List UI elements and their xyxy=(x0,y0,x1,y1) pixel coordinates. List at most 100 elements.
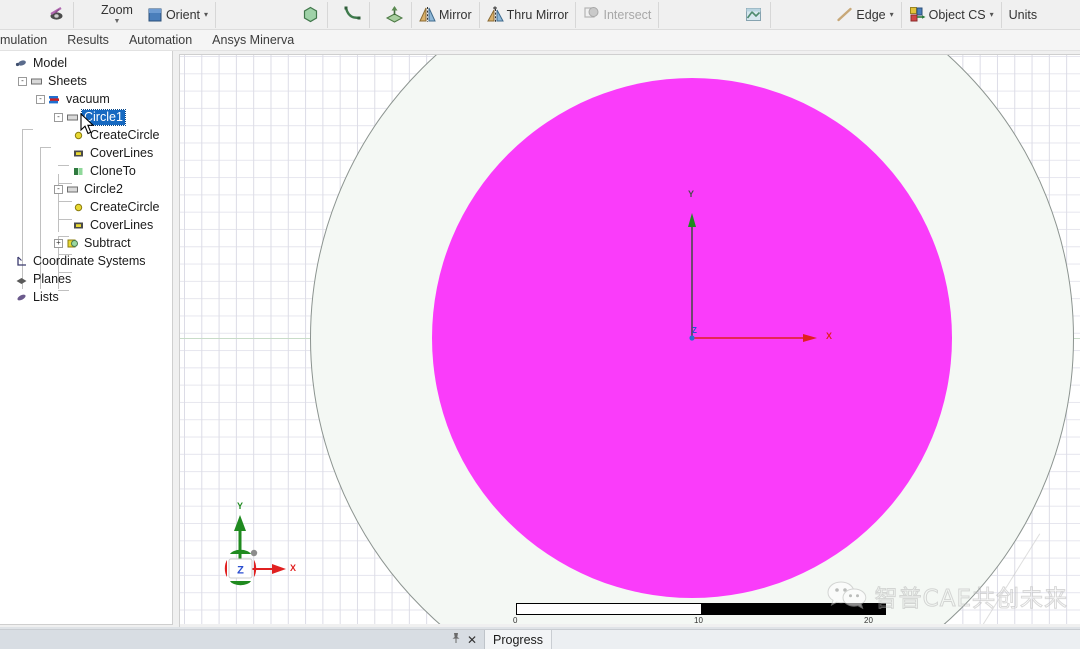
sheet-icon xyxy=(66,183,79,196)
cover-lines-icon xyxy=(72,147,85,160)
tree-node-vacuum[interactable]: - vacuum xyxy=(0,90,172,108)
chevron-down-icon: ▾ xyxy=(889,10,894,19)
intersect-tool-label: Intersect xyxy=(603,7,652,22)
ribbon-separator xyxy=(73,1,74,28)
units-tool-label: Units xyxy=(1008,7,1038,22)
tree-node-coordinate-systems[interactable]: Coordinate Systems xyxy=(0,252,172,270)
tree-node-label: CreateCircle xyxy=(90,199,160,214)
tree-node-label: Lists xyxy=(33,289,59,304)
expander-icon[interactable]: + xyxy=(54,238,63,248)
tree-node-coverlines-2[interactable]: CoverLines xyxy=(0,216,172,234)
create-circle-icon xyxy=(72,129,85,142)
close-icon[interactable]: ✕ xyxy=(465,633,484,647)
thru-mirror-tool-label: Thru Mirror xyxy=(506,7,569,22)
menu-bar: mulation Results Automation Ansys Minerv… xyxy=(0,30,1080,51)
orient-cube-icon xyxy=(147,7,163,23)
zoom-tool-button[interactable]: Zoom ▼ xyxy=(92,1,142,29)
clone-to-icon xyxy=(72,165,85,178)
progress-tab[interactable]: Progress xyxy=(485,629,553,649)
object-cs-icon xyxy=(909,6,926,23)
scale-bar-segment-light xyxy=(517,604,701,614)
ribbon-separator xyxy=(411,1,413,28)
expander-icon[interactable]: - xyxy=(54,184,63,194)
thru-mirror-icon xyxy=(486,6,504,23)
ribbon-separator xyxy=(770,1,772,28)
tree-node-label: CoverLines xyxy=(90,217,154,232)
tree-node-planes[interactable]: Planes xyxy=(0,270,172,288)
x-axis-label: X xyxy=(826,331,833,341)
scale-bar-box xyxy=(516,603,886,615)
ribbon-separator xyxy=(478,1,480,28)
triad-x-label: X xyxy=(290,563,297,573)
tree-node-cloneto[interactable]: CloneTo xyxy=(0,162,172,180)
3d-viewport[interactable]: Y X Z Z Y X 0 10 20 xyxy=(180,55,1080,629)
view-orientation-triad[interactable]: Z Y X xyxy=(220,501,300,593)
tree-node-circle1[interactable]: - Circle1 xyxy=(0,108,172,126)
tree-node-coverlines-1[interactable]: CoverLines xyxy=(0,144,172,162)
tree-node-label: CreateCircle xyxy=(90,127,160,142)
tree-node-createcircle-2[interactable]: CreateCircle xyxy=(0,198,172,216)
units-tool-button[interactable]: Units xyxy=(1004,1,1042,29)
sheet-icon xyxy=(66,111,79,124)
chevron-down-icon: ▾ xyxy=(989,10,994,19)
chevron-down-icon: ▼ xyxy=(113,17,121,25)
tree-node-label: Circle1 xyxy=(81,108,126,126)
pin-icon[interactable] xyxy=(447,632,465,647)
polyline-tool-button[interactable] xyxy=(338,1,367,29)
hide-object-icon-button[interactable] xyxy=(42,1,71,29)
split-icon xyxy=(744,5,763,24)
tree-node-model[interactable]: Model xyxy=(0,54,172,72)
object-cs-tool-label: Object CS xyxy=(928,7,986,22)
edge-tool-label: Edge xyxy=(856,7,886,22)
mirror-icon xyxy=(419,6,436,23)
edge-tool-button[interactable]: Edge ▾ xyxy=(831,1,898,29)
tree-node-label: Sheets xyxy=(48,73,87,88)
orient-tool-label: Orient xyxy=(165,7,200,22)
menu-item-automation[interactable]: Automation xyxy=(119,30,202,51)
orient-tool-button[interactable]: Orient ▾ xyxy=(142,1,213,29)
model-tree-panel[interactable]: Model - Sheets - vacuum - Circle1 Create… xyxy=(0,51,173,629)
scale-bar-segment-dark xyxy=(701,604,885,614)
split-tool-button[interactable] xyxy=(739,1,768,29)
tree-node-label: Model xyxy=(33,55,68,70)
sheet-icon xyxy=(30,75,43,88)
hexagon-tool-button[interactable] xyxy=(296,1,325,29)
tree-node-label: Coordinate Systems xyxy=(33,253,146,268)
menu-item-simulation[interactable]: mulation xyxy=(0,30,57,51)
tree-node-subtract[interactable]: + Subtract xyxy=(0,234,172,252)
tree-node-lists[interactable]: Lists xyxy=(0,288,172,306)
ribbon-toolbar: Zoom ▼ Orient ▾ Mirror Thru Mirror Inter… xyxy=(0,0,1080,30)
tree-node-label: vacuum xyxy=(66,91,110,106)
expander-icon[interactable]: - xyxy=(18,76,27,86)
hexagon-icon xyxy=(301,5,320,24)
intersect-icon xyxy=(583,6,600,23)
lists-icon xyxy=(15,291,28,304)
object-cs-tool-button[interactable]: Object CS ▾ xyxy=(904,1,999,29)
tree-node-label: CoverLines xyxy=(90,145,154,160)
coord-sys-icon xyxy=(15,255,28,268)
menu-item-results[interactable]: Results xyxy=(57,30,119,51)
zoom-tool-label: Zoom xyxy=(101,3,133,18)
tree-node-sheets[interactable]: - Sheets xyxy=(0,72,172,90)
planes-icon xyxy=(15,273,28,286)
chevron-down-icon: ▾ xyxy=(204,10,209,19)
menu-item-ansys-minerva[interactable]: Ansys Minerva xyxy=(202,30,304,51)
tree-node-label: Subtract xyxy=(84,235,131,250)
sweep-tool-button[interactable] xyxy=(380,1,409,29)
tree-node-createcircle-1[interactable]: CreateCircle xyxy=(0,126,172,144)
vacuum-icon xyxy=(48,93,61,106)
tree-node-circle2[interactable]: - Circle2 xyxy=(0,180,172,198)
intersect-tool-button[interactable]: Intersect xyxy=(578,1,656,29)
model-icon xyxy=(15,57,28,70)
edge-icon xyxy=(836,6,853,23)
expander-icon[interactable]: - xyxy=(54,112,63,122)
polyline-icon xyxy=(343,5,362,24)
hide-eye-icon xyxy=(47,5,66,24)
thru-mirror-tool-button[interactable]: Thru Mirror xyxy=(482,1,574,29)
mirror-tool-button[interactable]: Mirror xyxy=(414,1,477,29)
triad-y-label: Y xyxy=(237,501,244,511)
origin-coordinate-system: Y X Z xyxy=(685,189,835,355)
expander-icon[interactable]: - xyxy=(36,94,45,104)
create-circle-icon xyxy=(72,201,85,214)
sweep-icon xyxy=(385,5,404,24)
